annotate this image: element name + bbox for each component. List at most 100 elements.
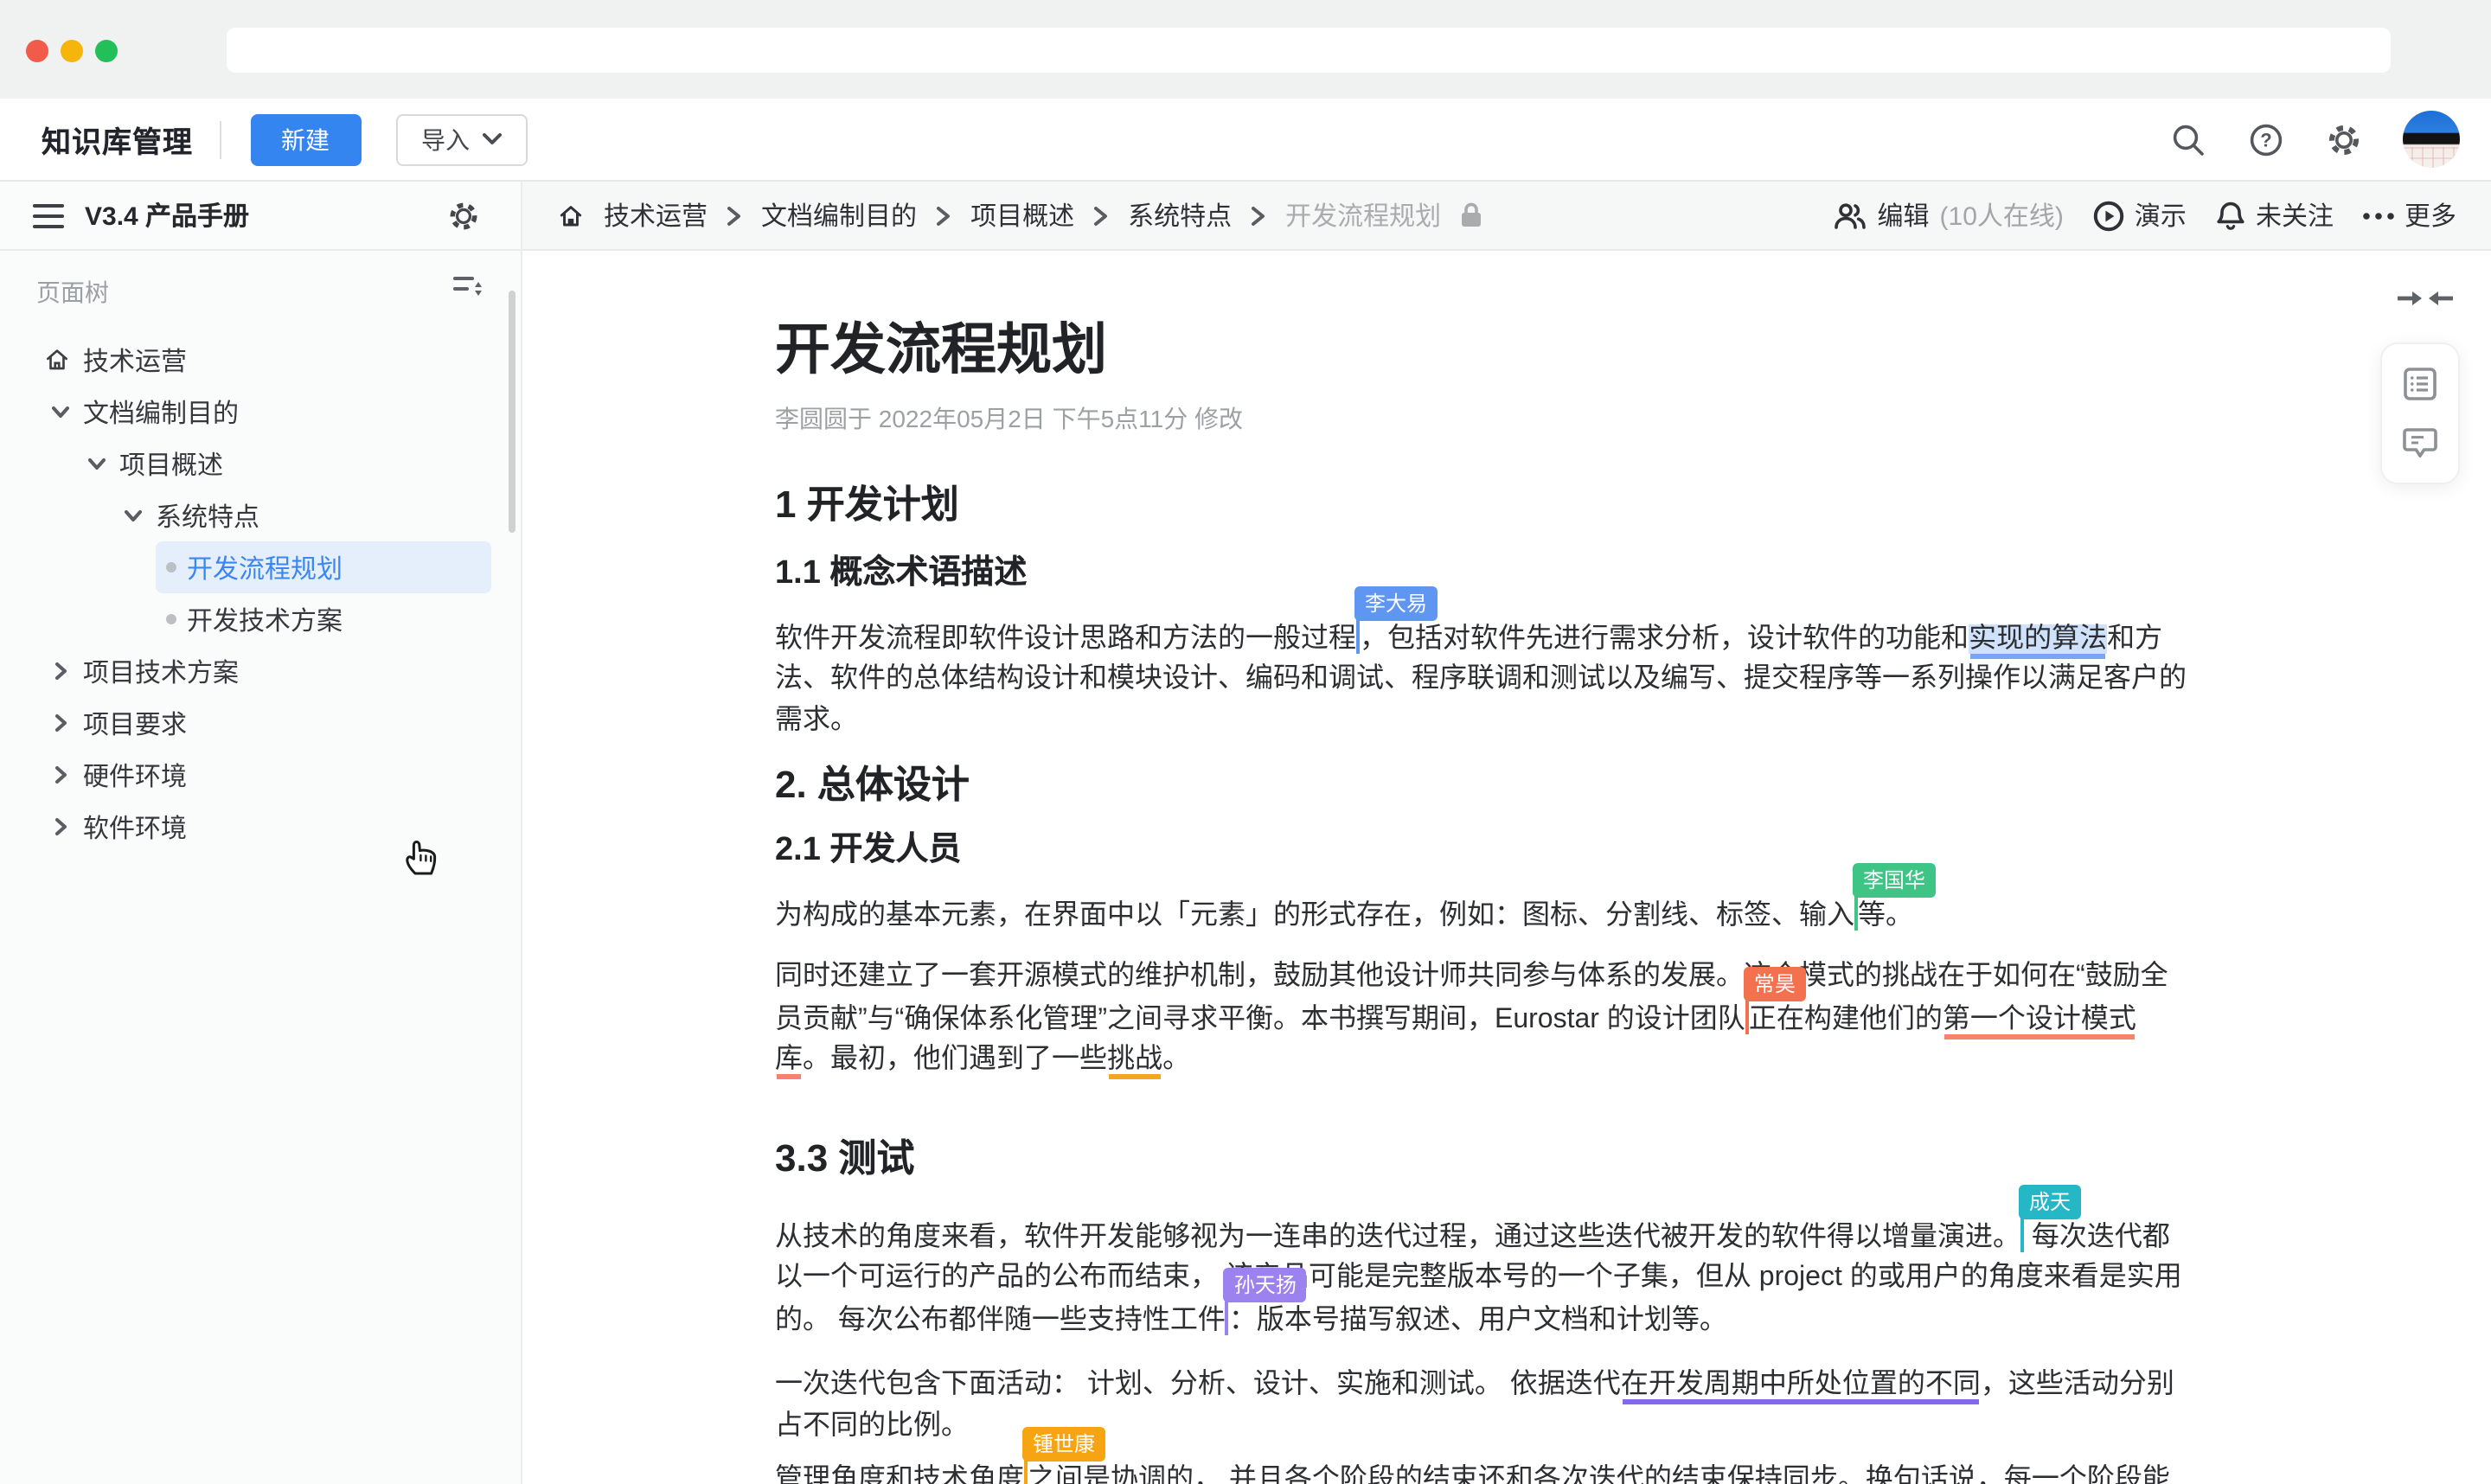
doc-heading: 1 开发计划 [775, 479, 2107, 531]
text-run: ：版本号描写叙述、用户文档和计划等。 [1229, 1306, 1727, 1335]
sidebar-item-label: 系统特点 [156, 497, 259, 534]
sidebar-item-dev-tech-plan[interactable]: 开发技术方案 [0, 593, 521, 645]
more-button[interactable]: 更多 [2363, 197, 2456, 233]
breadcrumb-item[interactable]: 项目概述 [970, 197, 1074, 233]
text-run: 从技术的角度来看，软件开发能够视为一连串的迭代过程，通过这些迭代被开发的软件得以… [775, 1223, 2020, 1252]
app-header: 知识库管理 新建 导入 ? [0, 99, 2491, 182]
collab-cursor-label: 成天 [2019, 1185, 2081, 1219]
tree-sort-icon[interactable] [453, 275, 483, 310]
settings-gear-icon[interactable] [2325, 120, 2363, 158]
marked-text: 库 [775, 1045, 803, 1074]
text-run: 每次迭代都 [2024, 1223, 2170, 1252]
doc-line: 同时还建立了一套开源模式的维护机制，鼓励其他设计师共同参与体系的发展。这个模式的… [775, 956, 2107, 998]
app-window: 知识库管理 新建 导入 ? V3.4 产品手册 [0, 0, 2491, 1484]
search-icon[interactable] [2169, 120, 2207, 158]
follow-button[interactable]: 未关注 [2216, 197, 2334, 233]
text-run: 等。 [1858, 901, 1913, 931]
sidebar-item-hardware-env[interactable]: 硬件环境 [0, 749, 521, 801]
address-bar[interactable] [227, 28, 2391, 73]
svg-text:?: ? [2260, 129, 2271, 150]
sidebar-item-label: 项目技术方案 [83, 653, 239, 689]
doc-line: 需求。 [775, 700, 2107, 742]
collab-cursor-label: 李国华 [1853, 863, 1936, 898]
text-run: 员贡献”与“确保体系化管理”之间寻求平衡。本书撰写期间，Eurostar 的设计… [775, 1005, 1745, 1034]
text-run: 一次迭代包含下面活动： 计划、分析、设计、实施和测试。 依据迭代 [775, 1370, 1621, 1399]
doc-line: 软件开发流程即软件设计思路和方法的一般过程李大易，包括对软件先进行需求分析，设计… [775, 617, 2107, 659]
text-run: ，这些活动分别 [1981, 1370, 2174, 1399]
page-title: 开发流程规划 [775, 313, 2107, 386]
collapse-width-icon[interactable] [2394, 287, 2456, 318]
breadcrumb: 技术运营 文档编制目的 项目概述 系统特点 开发流程规划 [557, 197, 1482, 233]
app-title: 知识库管理 [42, 118, 193, 161]
breadcrumb-bar: 技术运营 文档编制目的 项目概述 系统特点 开发流程规划 编辑 (10人在线) [522, 182, 2491, 251]
doc-paragraph: 一次迭代包含下面活动： 计划、分析、设计、实施和测试。 依据迭代在开发周期中所处… [775, 1365, 2107, 1448]
window-zoom-button[interactable] [95, 40, 118, 62]
bell-icon [2216, 200, 2245, 231]
sidebar-item-system-features[interactable]: 系统特点 [0, 489, 521, 541]
doc-line: 以一个可运行的产品的公布而结束， 该产品可能是完整版本号的一个子集，但从 pro… [775, 1257, 2107, 1299]
space-settings-gear-icon[interactable] [445, 196, 483, 234]
document-content-area[interactable]: 开发流程规划 李圆圆于 2022年05月2日 下午5点11分 修改 1 开发计划… [524, 251, 2491, 1484]
chevron-down-icon[interactable] [123, 505, 144, 526]
edit-label: 编辑 [1878, 197, 1930, 233]
sidebar-item-doc-purpose[interactable]: 文档编制目的 [0, 386, 521, 438]
sidebar-item-project-requirements[interactable]: 项目要求 [0, 697, 521, 749]
sidebar-item-home[interactable]: 技术运营 [0, 334, 521, 386]
chevron-down-icon[interactable] [86, 453, 107, 474]
collab-cursor-label: 锺世康 [1022, 1427, 1105, 1462]
text-run: 的。 每次公布都伴随一些支持性工件 [775, 1306, 1226, 1335]
text-run: 正在构建他们的 [1749, 1005, 1943, 1034]
breadcrumb-item[interactable]: 文档编制目的 [761, 197, 917, 233]
home-icon[interactable] [557, 201, 585, 229]
sidebar-item-project-tech-plan[interactable]: 项目技术方案 [0, 645, 521, 697]
chevron-right-icon[interactable] [50, 713, 71, 733]
edit-button[interactable]: 编辑 (10人在线) [1835, 197, 2064, 233]
collab-cursor-label: 常昊 [1744, 967, 1806, 1001]
import-button[interactable]: 导入 [395, 113, 527, 165]
window-close-button[interactable] [26, 40, 48, 62]
doc-line: 从技术的角度来看，软件开发能够视为一连串的迭代过程，通过这些迭代被开发的软件得以… [775, 1216, 2107, 1257]
text-run: 。 [1162, 1045, 1190, 1074]
window-minimize-button[interactable] [61, 40, 83, 62]
sidebar-item-project-overview[interactable]: 项目概述 [0, 438, 521, 489]
sidebar-item-label: 项目概述 [119, 445, 223, 482]
sidebar-scrollbar[interactable] [509, 291, 515, 533]
sidebar-item-label: 开发技术方案 [187, 601, 343, 637]
marked-text: 在开发周期中所处位置的不同 [1621, 1370, 1981, 1399]
collab-caret: 成天 [2020, 1216, 2024, 1252]
page-bullet-icon [166, 614, 176, 624]
breadcrumb-item[interactable]: 系统特点 [1128, 197, 1232, 233]
user-avatar[interactable] [2403, 111, 2460, 168]
breadcrumb-item[interactable]: 技术运营 [604, 197, 708, 233]
chevron-right-icon[interactable] [50, 661, 71, 681]
present-button[interactable]: 演示 [2093, 197, 2187, 233]
doc-line: 占不同的比例。 [775, 1406, 2107, 1448]
sidebar-page-tree: 页面树 技术运营 文档编制目的 [0, 251, 522, 1484]
new-button[interactable]: 新建 [250, 113, 361, 165]
header-actions: ? [2169, 111, 2460, 168]
chevron-right-icon [936, 205, 951, 226]
more-label: 更多 [2405, 197, 2456, 233]
sidebar-item-label: 文档编制目的 [83, 393, 239, 430]
sidebar-item-dev-process-planning-selected[interactable]: 开发流程规划 [156, 541, 491, 593]
follow-label: 未关注 [2256, 197, 2334, 233]
doc-line: 员贡献”与“确保体系化管理”之间寻求平衡。本书撰写期间，Eurostar 的设计… [775, 998, 2107, 1039]
chevron-right-icon[interactable] [50, 816, 71, 837]
help-icon[interactable]: ? [2247, 120, 2285, 158]
outline-icon[interactable] [2403, 367, 2437, 401]
text-run: 管理角度和技术角度 [775, 1465, 1024, 1484]
chevron-down-icon[interactable] [50, 401, 71, 422]
play-circle-icon [2093, 200, 2124, 231]
text-run: ，包括对软件先进行需求分析，设计软件的功能和 [1360, 624, 1969, 654]
doc-paragraph: 从技术的角度来看，软件开发能够视为一连串的迭代过程，通过这些迭代被开发的软件得以… [775, 1216, 2107, 1340]
marked-text: 挑战 [1107, 1045, 1162, 1074]
doc-paragraph: 管理角度和技术角度锺世康之间是协调的， 并且各个阶段的结束还和各次迭代的结束保持… [775, 1458, 2107, 1484]
chevron-right-icon [727, 205, 742, 226]
hamburger-menu-icon[interactable] [29, 196, 67, 234]
text-run: 同时还建立了一套开源模式的维护机制，鼓励其他设计师共同参与体系的发展。这个模式的… [775, 962, 2168, 991]
text-run: 软件开发流程即软件设计思路和方法的一般过程 [775, 624, 1356, 654]
chevron-right-icon[interactable] [50, 764, 71, 785]
doc-heading: 2. 总体设计 [775, 759, 2107, 811]
online-count: (10人在线) [1940, 197, 2064, 233]
comment-icon[interactable] [2403, 425, 2437, 460]
